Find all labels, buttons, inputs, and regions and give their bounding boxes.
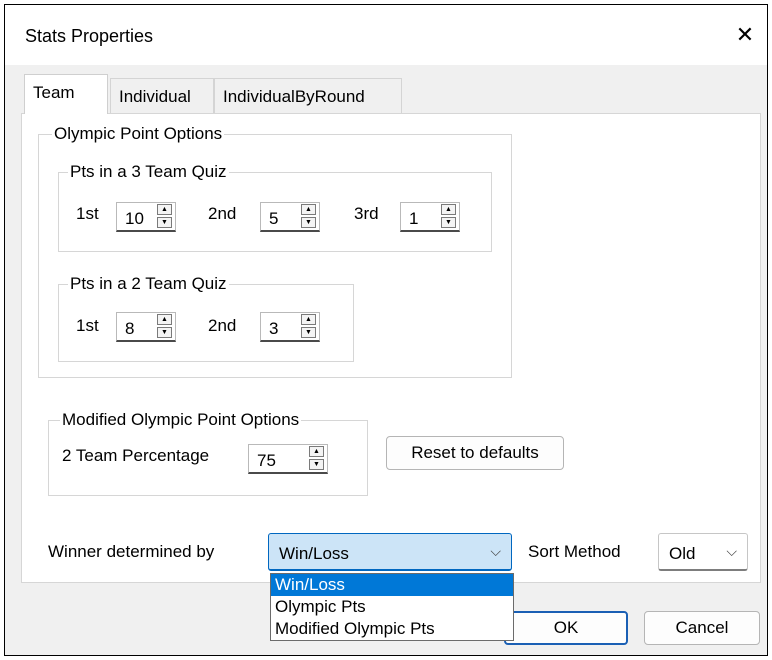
spin-down-icon[interactable]: ▼: [309, 459, 324, 470]
two-team-quiz-legend: Pts in a 2 Team Quiz: [68, 274, 229, 294]
tab-individual-by-round[interactable]: IndividualByRound: [214, 78, 402, 114]
spin-down-icon[interactable]: ▼: [441, 217, 456, 228]
reset-to-defaults-label: Reset to defaults: [411, 443, 539, 462]
spin-up-icon[interactable]: ▲: [309, 446, 324, 457]
dropdown-option-modified-olympic-pts[interactable]: Modified Olympic Pts: [271, 618, 513, 640]
sort-method-label: Sort Method: [528, 542, 621, 561]
spin-up-icon[interactable]: ▲: [157, 314, 172, 325]
three-team-third-label: 3rd: [354, 204, 379, 223]
two-team-percentage-value: 75: [257, 451, 276, 470]
two-team-first-label: 1st: [76, 316, 99, 335]
two-team-percentage-label: 2 Team Percentage: [62, 446, 210, 465]
tab-individual[interactable]: Individual: [110, 78, 214, 114]
spin-up-icon[interactable]: ▲: [157, 204, 172, 215]
three-team-second-stepper[interactable]: 5 ▲ ▼: [260, 202, 320, 232]
ok-label: OK: [553, 618, 579, 637]
spin-up-icon[interactable]: ▲: [301, 204, 316, 215]
two-team-second-label: 2nd: [208, 316, 237, 335]
winner-determined-by-label: Winner determined by: [48, 542, 215, 561]
winner-selected-value: Win/Loss: [279, 544, 349, 563]
two-team-second-stepper[interactable]: 3 ▲ ▼: [260, 312, 320, 342]
two-team-first-value: 8: [125, 319, 135, 338]
spin-up-icon[interactable]: ▲: [301, 314, 316, 325]
two-team-first-stepper[interactable]: 8 ▲ ▼: [116, 312, 176, 342]
three-team-second-label: 2nd: [208, 204, 237, 223]
dropdown-option-olympic-pts[interactable]: Olympic Pts: [271, 596, 513, 618]
tab-team-label: Team: [33, 83, 75, 102]
three-team-first-stepper[interactable]: 10 ▲ ▼: [116, 202, 176, 232]
three-team-quiz-legend: Pts in a 3 Team Quiz: [68, 162, 229, 182]
title-bar: Stats Properties ✕: [5, 5, 767, 65]
tab-individual-label: Individual: [119, 87, 191, 106]
tab-individual-by-round-label: IndividualByRound: [223, 87, 365, 106]
three-team-first-label: 1st: [76, 204, 99, 223]
three-team-first-value: 10: [125, 209, 144, 228]
three-team-second-value: 5: [269, 209, 279, 228]
spin-down-icon[interactable]: ▼: [301, 217, 316, 228]
chevron-down-icon: ⌵: [726, 543, 737, 559]
winner-dropdown-list: Win/Loss Olympic Pts Modified Olympic Pt…: [270, 573, 514, 641]
dropdown-option-win-loss[interactable]: Win/Loss: [271, 574, 513, 596]
spin-down-icon[interactable]: ▼: [157, 327, 172, 338]
spin-down-icon[interactable]: ▼: [301, 327, 316, 338]
modified-olympic-options-legend: Modified Olympic Point Options: [60, 410, 302, 430]
two-team-second-value: 3: [269, 319, 279, 338]
two-team-percentage-stepper[interactable]: 75 ▲ ▼: [248, 444, 328, 474]
sort-method-select[interactable]: Old ⌵: [658, 533, 748, 571]
close-icon[interactable]: ✕: [731, 21, 759, 49]
winner-determined-by-select[interactable]: Win/Loss ⌵: [268, 533, 512, 571]
three-team-third-value: 1: [409, 209, 419, 228]
three-team-third-stepper[interactable]: 1 ▲ ▼: [400, 202, 460, 232]
tab-team[interactable]: Team: [24, 74, 108, 114]
cancel-button[interactable]: Cancel: [644, 611, 760, 645]
sort-selected-value: Old: [669, 544, 696, 563]
olympic-point-options-legend: Olympic Point Options: [52, 124, 225, 144]
chevron-down-icon: ⌵: [490, 543, 501, 559]
dialog-title: Stats Properties: [25, 26, 154, 46]
cancel-label: Cancel: [675, 618, 729, 637]
reset-to-defaults-button[interactable]: Reset to defaults: [386, 436, 564, 470]
ok-button[interactable]: OK: [504, 611, 628, 645]
spin-up-icon[interactable]: ▲: [441, 204, 456, 215]
spin-down-icon[interactable]: ▼: [157, 217, 172, 228]
